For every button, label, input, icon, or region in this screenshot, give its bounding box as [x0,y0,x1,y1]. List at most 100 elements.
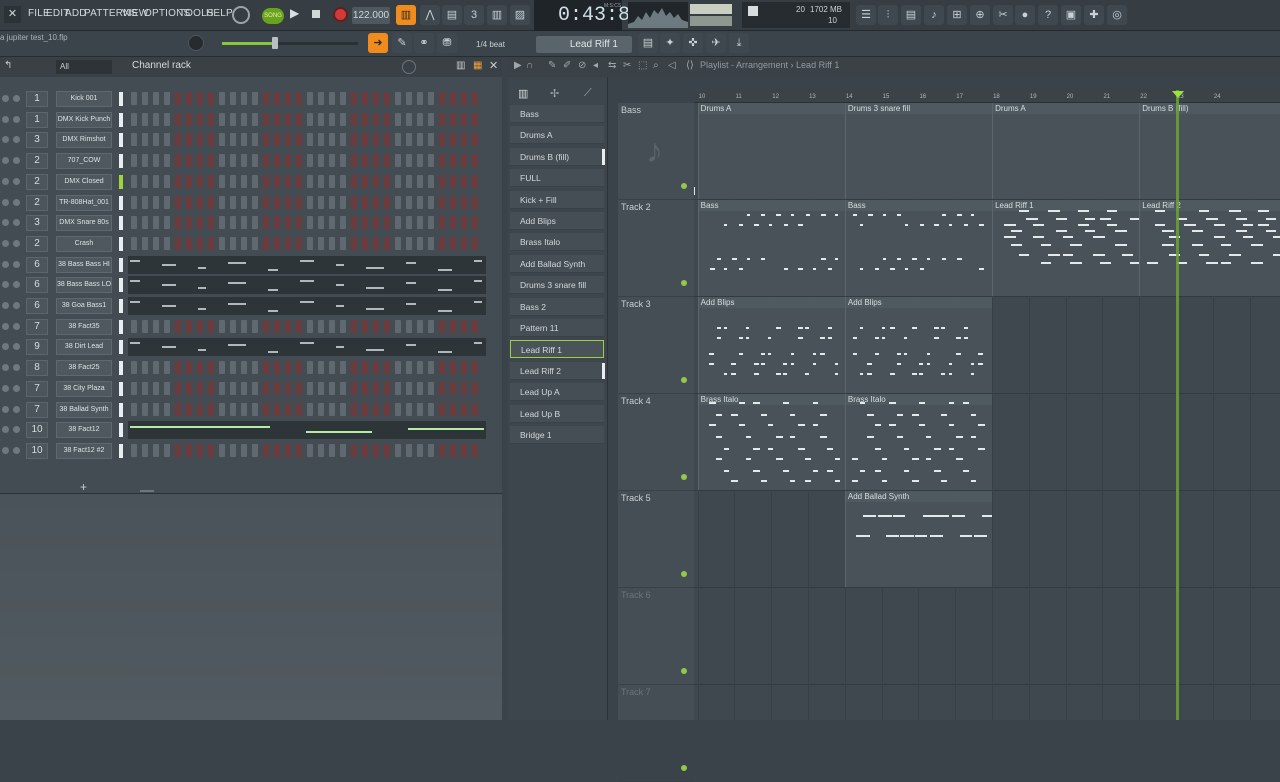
mute-led-icon[interactable] [2,322,9,330]
step-button[interactable] [329,381,335,395]
mixer-track-number[interactable]: 10 [26,422,48,439]
step-button[interactable] [472,174,478,188]
step-button[interactable] [153,443,159,457]
step-button[interactable] [450,133,456,147]
step-button[interactable] [230,174,236,188]
step-button[interactable] [329,236,335,250]
step-button[interactable] [296,133,302,147]
step-button[interactable] [142,216,148,230]
step-button[interactable] [164,402,170,416]
step-button[interactable] [175,174,181,188]
back-arrow-icon[interactable]: ↰ [4,60,12,71]
step-button[interactable] [296,381,302,395]
mixer-track-number[interactable]: 2 [26,235,48,252]
channel-row[interactable]: 8 38 Fact25 [0,358,502,378]
step-button[interactable] [417,92,423,105]
stop-icon[interactable] [312,10,320,18]
step-button[interactable] [384,402,390,416]
step-button[interactable] [263,236,269,250]
pattern-list-item[interactable]: Brass Italo [510,233,604,252]
mixer-track-number[interactable]: 3 [26,132,48,149]
step-button[interactable] [164,361,170,375]
channel-row[interactable]: 10 38 Fact12 #2 [0,441,502,461]
step-button[interactable] [252,443,258,457]
step-button[interactable] [263,133,269,147]
step-button[interactable] [417,381,423,395]
track-header[interactable]: Track 5 [618,491,694,588]
pan-knob-icon[interactable] [13,426,20,434]
step-button[interactable] [351,402,357,416]
step-button[interactable] [241,319,247,333]
step-button[interactable] [131,402,137,416]
step-button[interactable] [450,402,456,416]
picker-audio-icon[interactable]: ✢ [550,87,559,100]
step-button[interactable] [219,154,225,168]
step-button[interactable] [208,361,214,375]
pan-knob-icon[interactable] [13,260,20,268]
channel-name-button[interactable]: DMX Snare 80s [56,215,112,232]
step-button[interactable] [439,216,445,230]
step-button[interactable] [362,154,368,168]
channel-name-button[interactable]: 38 Bass Bass HI [56,256,112,273]
pattern-clip[interactable]: Bass [697,200,845,296]
step-button[interactable] [175,361,181,375]
pan-knob-icon[interactable] [13,322,20,330]
step-button[interactable] [175,92,181,105]
step-button[interactable] [296,236,302,250]
channel-row[interactable]: 6 38 Bass Bass LO [0,275,502,295]
close-icon[interactable]: ✕ [4,6,21,23]
arrow-tool-icon[interactable]: ➜ [368,33,388,53]
step-button[interactable] [131,443,137,457]
magnet-icon[interactable]: ∩ [526,60,533,71]
tempo-display[interactable]: 122.000 [352,7,390,24]
step-button[interactable] [274,236,280,250]
step-button[interactable] [384,133,390,147]
pan-knob-icon[interactable] [13,219,20,227]
mute-led-icon[interactable] [2,219,9,227]
step-button[interactable] [142,319,148,333]
step-button[interactable] [230,216,236,230]
mute-led-icon[interactable] [2,364,9,372]
step-button[interactable] [439,133,445,147]
slip-tool-icon[interactable]: ⇆ [608,60,616,71]
step-button[interactable] [186,195,192,209]
pattern-list-item[interactable]: Lead Riff 1 [510,340,604,359]
step-button[interactable] [219,92,225,105]
step-button[interactable] [351,112,357,126]
snap-select[interactable]: 1/4 beat [466,37,532,53]
step-button[interactable] [274,112,280,126]
step-button[interactable] [307,216,313,230]
pan-knob-icon[interactable] [13,95,20,102]
step-button[interactable] [428,319,434,333]
channel-name-button[interactable]: 38 Goa Bass1 [56,298,112,314]
step-button[interactable] [153,381,159,395]
step-button[interactable] [472,195,478,209]
step-button[interactable] [252,92,258,105]
pattern-list-item[interactable]: Lead Up B [510,404,604,423]
step-button[interactable] [208,92,214,105]
mute-led-icon[interactable] [2,281,9,289]
step-button[interactable] [472,381,478,395]
step-button[interactable] [395,154,401,168]
step-button[interactable] [340,92,346,105]
step-button[interactable] [296,361,302,375]
pan-knob-icon[interactable] [13,405,20,413]
step-button[interactable] [241,154,247,168]
step-button[interactable] [263,195,269,209]
slice-tool-icon[interactable]: ✂ [623,60,631,71]
step-button[interactable] [263,361,269,375]
step-button[interactable] [164,92,170,105]
step-button[interactable] [230,361,236,375]
channel-name-button[interactable]: 707_COW [56,153,112,170]
step-button[interactable] [406,133,412,147]
step-button[interactable] [153,133,159,147]
add-channel-button[interactable]: + [80,480,87,494]
pattern-list-item[interactable]: Lead Riff 2 [510,361,605,380]
step-button[interactable] [373,174,379,188]
mixer-track-number[interactable]: 3 [26,215,48,232]
step-button[interactable] [307,174,313,188]
channel-row[interactable]: 6 38 Goa Bass1 [0,296,502,316]
step-button[interactable] [428,112,434,126]
step-button[interactable] [230,236,236,250]
pan-knob-icon[interactable] [13,302,20,309]
